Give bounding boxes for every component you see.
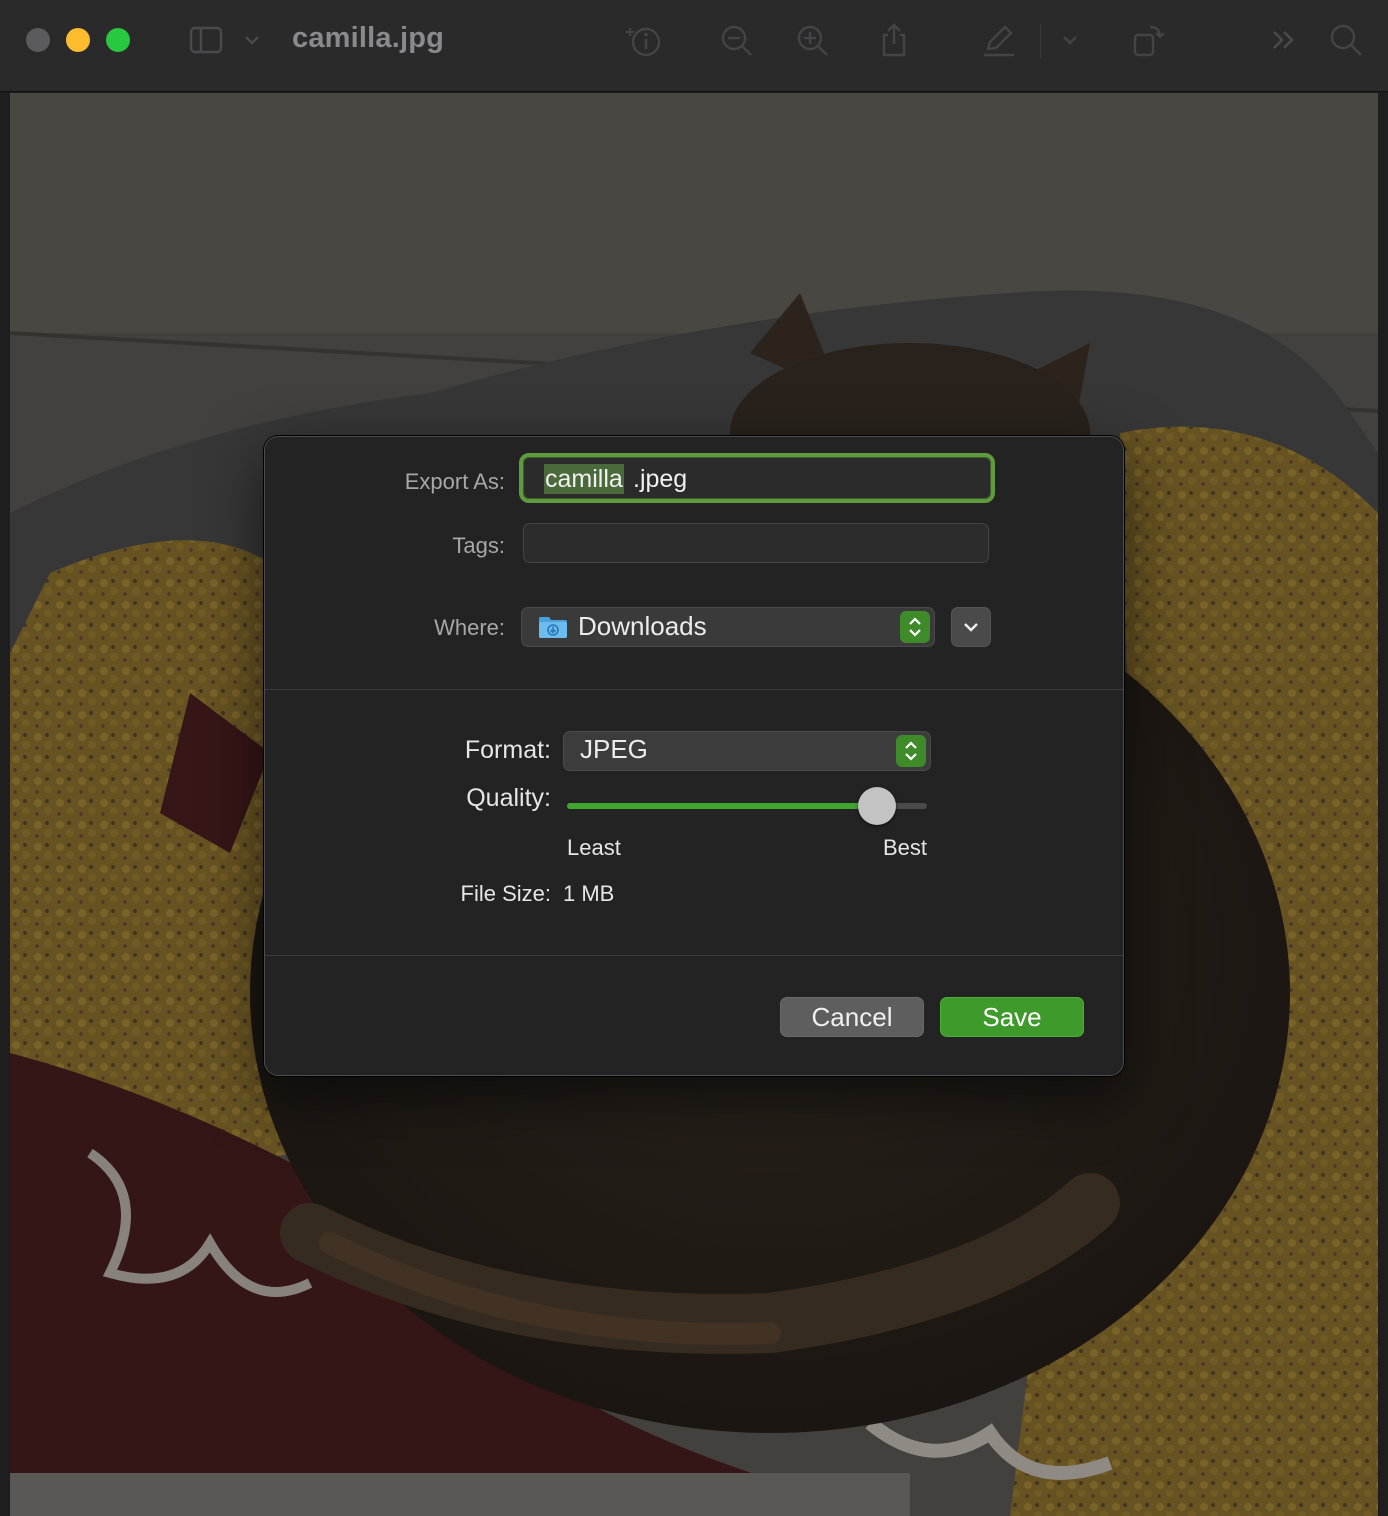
- dialog-divider: [265, 955, 1123, 956]
- where-label: Where:: [434, 615, 505, 640]
- export-as-field[interactable]: camilla .jpeg: [519, 453, 995, 503]
- quality-slider-fill: [567, 803, 877, 809]
- export-as-label: Export As:: [404, 469, 505, 494]
- chevron-down-icon: [964, 623, 978, 632]
- quality-slider-knob[interactable]: [857, 787, 896, 825]
- markup-icon[interactable]: [978, 20, 1018, 60]
- quality-label: Quality:: [466, 784, 551, 812]
- where-stepper-icon: [900, 611, 930, 643]
- cancel-button[interactable]: Cancel: [780, 997, 924, 1037]
- format-value: JPEG: [580, 734, 648, 764]
- share-icon[interactable]: [874, 20, 914, 60]
- format-popup-button[interactable]: JPEG: [563, 731, 931, 771]
- export-dialog: Export As: camilla .jpeg Tags: Where: Do…: [264, 436, 1124, 1076]
- quality-best-label: Best: [882, 835, 927, 860]
- chevron-down-icon[interactable]: [232, 20, 272, 60]
- filename-selected-text: camilla: [544, 464, 624, 494]
- close-window-button[interactable]: [26, 28, 50, 52]
- file-size-value: 1 MB: [563, 881, 615, 906]
- where-value: Downloads: [578, 611, 707, 641]
- zoom-window-button[interactable]: [106, 28, 130, 52]
- markup-options-chevron-icon[interactable]: [1050, 20, 1090, 60]
- quality-least-label: Least: [567, 835, 621, 860]
- title-bar: camilla.jpg: [0, 0, 1388, 92]
- dialog-divider: [265, 689, 1123, 690]
- tags-field[interactable]: [523, 523, 989, 563]
- format-label: Format:: [464, 736, 551, 764]
- search-icon[interactable]: [1326, 20, 1366, 60]
- zoom-in-icon[interactable]: [792, 20, 832, 60]
- more-icon[interactable]: [1264, 20, 1304, 60]
- sidebar-icon[interactable]: [186, 20, 226, 60]
- file-size-label: File Size:: [460, 881, 551, 906]
- save-button[interactable]: Save: [940, 997, 1084, 1037]
- rotate-icon[interactable]: [1128, 20, 1168, 60]
- info-icon[interactable]: [624, 20, 664, 60]
- format-stepper-icon: [896, 735, 926, 767]
- window-title: camilla.jpg: [292, 22, 445, 54]
- minimize-window-button[interactable]: [66, 28, 90, 52]
- filename-extension-text: .jpeg: [633, 465, 688, 493]
- downloads-folder-icon: [539, 617, 567, 638]
- where-popup-button[interactable]: Downloads: [521, 607, 935, 647]
- toolbar-separator: [1040, 24, 1041, 58]
- expand-browser-button[interactable]: [951, 607, 991, 647]
- zoom-out-icon[interactable]: [716, 20, 756, 60]
- tags-label: Tags:: [452, 533, 505, 558]
